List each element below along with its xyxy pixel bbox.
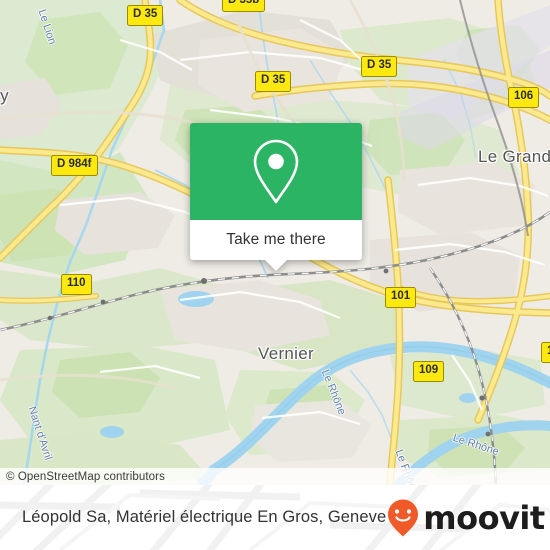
take-me-there-label: Take me there xyxy=(226,231,326,248)
place-label-clipped-left: ly xyxy=(0,86,9,105)
place-label-vernier: Vernier xyxy=(258,344,314,363)
road-shield-110: 110 xyxy=(61,274,92,295)
road-shield-109: 109 xyxy=(413,361,445,382)
footer-bar: Léopold Sa, Matériel électrique En Gros,… xyxy=(0,485,550,550)
moovit-map-screen: D 35 D 35b D 35 D 35 106 D 984f 110 101 … xyxy=(0,0,550,550)
road-shield-d35-c: D 35 xyxy=(255,71,292,92)
popup-header xyxy=(190,123,362,220)
road-shield-1-clipped: 1 xyxy=(541,342,550,363)
map-attribution-text: © OpenStreetMap contributors xyxy=(6,470,165,483)
moovit-pin-smiley-icon xyxy=(388,499,419,536)
map-popup-card[interactable]: Take me there xyxy=(190,123,362,271)
road-shield-d35-a: D 35 xyxy=(127,5,164,26)
moovit-wordmark: moovit xyxy=(423,498,545,537)
take-me-there-button[interactable]: Take me there xyxy=(190,220,362,260)
place-label-le-grand-saconnex: Le Grand-Sa xyxy=(478,147,550,166)
moovit-logo[interactable]: moovit xyxy=(386,498,545,538)
road-shield-106: 106 xyxy=(508,87,540,108)
road-shield-d35b: D 35b xyxy=(222,0,266,12)
road-shield-d35-b: D 35 xyxy=(361,56,398,77)
road-shield-101: 101 xyxy=(385,287,417,308)
map-pin-icon xyxy=(253,139,299,203)
popup-pointer-tail xyxy=(265,260,287,271)
page-title: Léopold Sa, Matériel électrique En Gros,… xyxy=(22,508,387,526)
map-attribution[interactable]: © OpenStreetMap contributors xyxy=(0,468,550,485)
road-shield-d984f: D 984f xyxy=(51,155,98,176)
